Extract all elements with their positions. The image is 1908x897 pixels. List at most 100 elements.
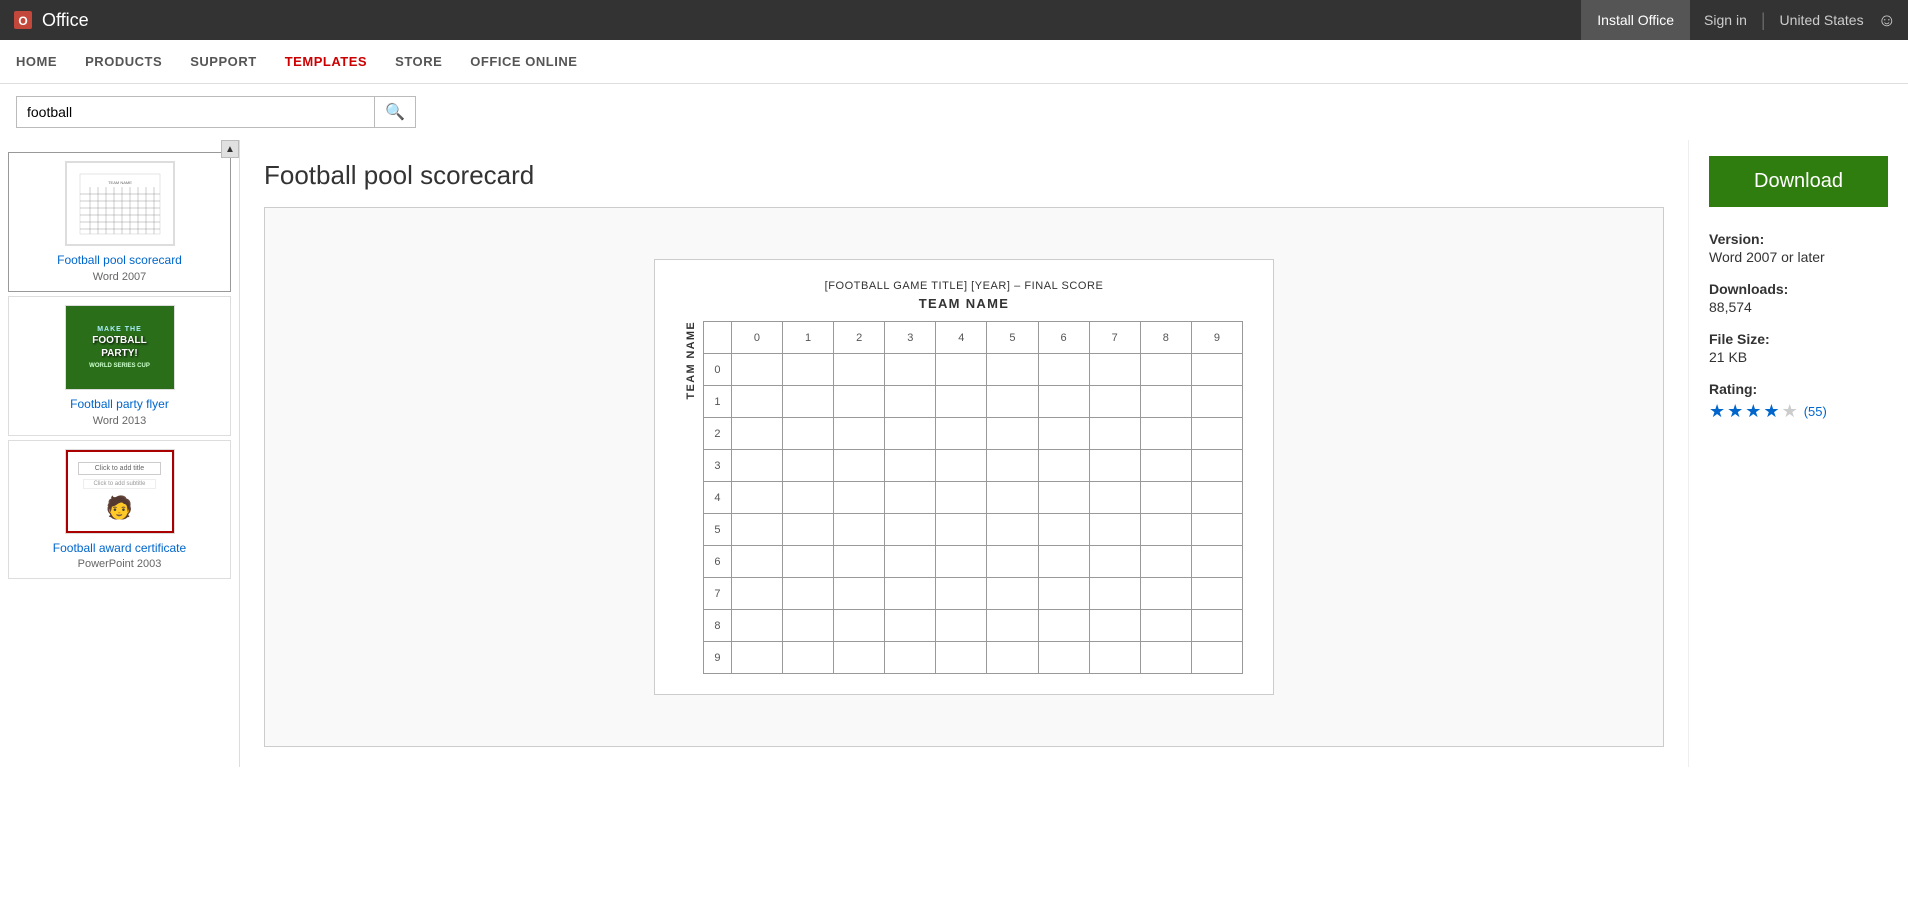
sidebar-thumb-award: Click to add title Click to add subtitle… xyxy=(65,449,175,534)
col-header-4: 4 xyxy=(936,322,987,354)
col-header-3: 3 xyxy=(885,322,936,354)
table-cell xyxy=(834,578,885,610)
table-cell xyxy=(1089,578,1140,610)
nav-home[interactable]: HOME xyxy=(16,50,57,73)
star-half: ★ xyxy=(1763,401,1779,422)
row-header-8: 8 xyxy=(704,610,732,642)
top-bar-right: Install Office Sign in | United States ☺ xyxy=(1581,0,1896,40)
table-cell xyxy=(1038,354,1089,386)
table-cell xyxy=(1038,642,1089,674)
template-title: Football pool scorecard xyxy=(264,160,1664,191)
table-cell xyxy=(1038,450,1089,482)
table-cell xyxy=(782,578,833,610)
sidebar-item-title-scorecard: Football pool scorecard xyxy=(21,252,218,269)
table-cell xyxy=(731,354,782,386)
filesize-section: File Size: 21 KB xyxy=(1709,331,1888,365)
table-cell xyxy=(1191,450,1242,482)
table-cell xyxy=(987,642,1038,674)
table-cell xyxy=(987,450,1038,482)
table-cell xyxy=(987,578,1038,610)
table-cell xyxy=(1038,514,1089,546)
table-cell xyxy=(1140,546,1191,578)
table-cell xyxy=(782,386,833,418)
star-filled: ★ xyxy=(1727,401,1743,422)
rating-count[interactable]: (55) xyxy=(1804,404,1827,419)
table-cell xyxy=(731,450,782,482)
scorecard-table: 0 1 2 3 4 5 6 7 8 9 xyxy=(703,321,1243,674)
table-cell xyxy=(731,610,782,642)
smiley-icon[interactable]: ☺ xyxy=(1878,10,1896,31)
nav-templates[interactable]: TEMPLATES xyxy=(285,50,367,73)
nav-products[interactable]: PRODUCTS xyxy=(85,50,162,73)
svg-text:TEAM NAME: TEAM NAME xyxy=(108,180,132,185)
row-header-3: 3 xyxy=(704,450,732,482)
download-button[interactable]: Download xyxy=(1709,156,1888,207)
col-header-8: 8 xyxy=(1140,322,1191,354)
nav-office-online[interactable]: OFFICE ONLINE xyxy=(470,50,577,73)
row-header-5: 5 xyxy=(704,514,732,546)
table-cell xyxy=(731,514,782,546)
table-cell xyxy=(834,418,885,450)
row-header-0: 0 xyxy=(704,354,732,386)
table-cell xyxy=(782,418,833,450)
table-cell xyxy=(1089,514,1140,546)
sign-in-link[interactable]: Sign in xyxy=(1690,12,1761,28)
table-cell xyxy=(834,482,885,514)
table-row: 5 xyxy=(704,514,1243,546)
star-filled: ★ xyxy=(1709,401,1725,422)
table-cell xyxy=(1191,642,1242,674)
office-logo-icon: O xyxy=(12,9,34,31)
table-cell xyxy=(1038,610,1089,642)
table-cell xyxy=(1140,642,1191,674)
table-row: 0 xyxy=(704,354,1243,386)
nav-store[interactable]: STORE xyxy=(395,50,442,73)
table-cell xyxy=(1191,354,1242,386)
main-content: ▲ TEAM NAME xyxy=(0,140,1908,767)
table-cell xyxy=(885,482,936,514)
table-cell xyxy=(885,418,936,450)
sidebar-item-award[interactable]: Click to add title Click to add subtitle… xyxy=(8,440,231,580)
table-cell xyxy=(782,354,833,386)
table-cell xyxy=(834,450,885,482)
nav-support[interactable]: SUPPORT xyxy=(190,50,256,73)
table-cell xyxy=(1140,354,1191,386)
table-cell xyxy=(936,546,987,578)
table-cell xyxy=(834,546,885,578)
table-cell xyxy=(1191,610,1242,642)
table-cell xyxy=(1191,578,1242,610)
table-cell xyxy=(1089,418,1140,450)
table-cell xyxy=(1038,482,1089,514)
table-cell xyxy=(885,450,936,482)
region-label[interactable]: United States xyxy=(1766,12,1878,28)
scorecard-tbody: 0123456789 xyxy=(704,354,1243,674)
table-cell xyxy=(936,610,987,642)
table-cell xyxy=(1191,418,1242,450)
table-cell xyxy=(885,354,936,386)
downloads-label: Downloads: xyxy=(1709,281,1888,297)
team-name-vertical: TEAM NAME xyxy=(685,321,697,410)
col-header-7: 7 xyxy=(1089,322,1140,354)
search-input[interactable] xyxy=(17,98,374,126)
table-cell xyxy=(731,386,782,418)
table-cell xyxy=(936,482,987,514)
search-button[interactable]: 🔍 xyxy=(374,97,415,127)
table-cell xyxy=(782,546,833,578)
install-office-button[interactable]: Install Office xyxy=(1581,0,1690,40)
table-cell xyxy=(885,386,936,418)
downloads-value: 88,574 xyxy=(1709,299,1888,315)
table-cell xyxy=(731,642,782,674)
sidebar-item-scorecard[interactable]: TEAM NAME xyxy=(8,152,231,292)
sidebar-item-party-flyer[interactable]: MAKE THE FOOTBALL PARTY! WORLD SERIES CU… xyxy=(8,296,231,436)
row-header-1: 1 xyxy=(704,386,732,418)
table-cell xyxy=(987,386,1038,418)
table-header-row: 0 1 2 3 4 5 6 7 8 9 xyxy=(704,322,1243,354)
table-row: 2 xyxy=(704,418,1243,450)
row-header-4: 4 xyxy=(704,482,732,514)
table-cell xyxy=(885,610,936,642)
table-cell xyxy=(731,578,782,610)
sidebar-scroll-up-button[interactable]: ▲ xyxy=(221,140,239,158)
nav-bar: HOME PRODUCTS SUPPORT TEMPLATES STORE OF… xyxy=(0,40,1908,84)
svg-text:O: O xyxy=(18,14,27,28)
sidebar-item-sub-scorecard: Word 2007 xyxy=(21,271,218,283)
col-header-1: 1 xyxy=(782,322,833,354)
